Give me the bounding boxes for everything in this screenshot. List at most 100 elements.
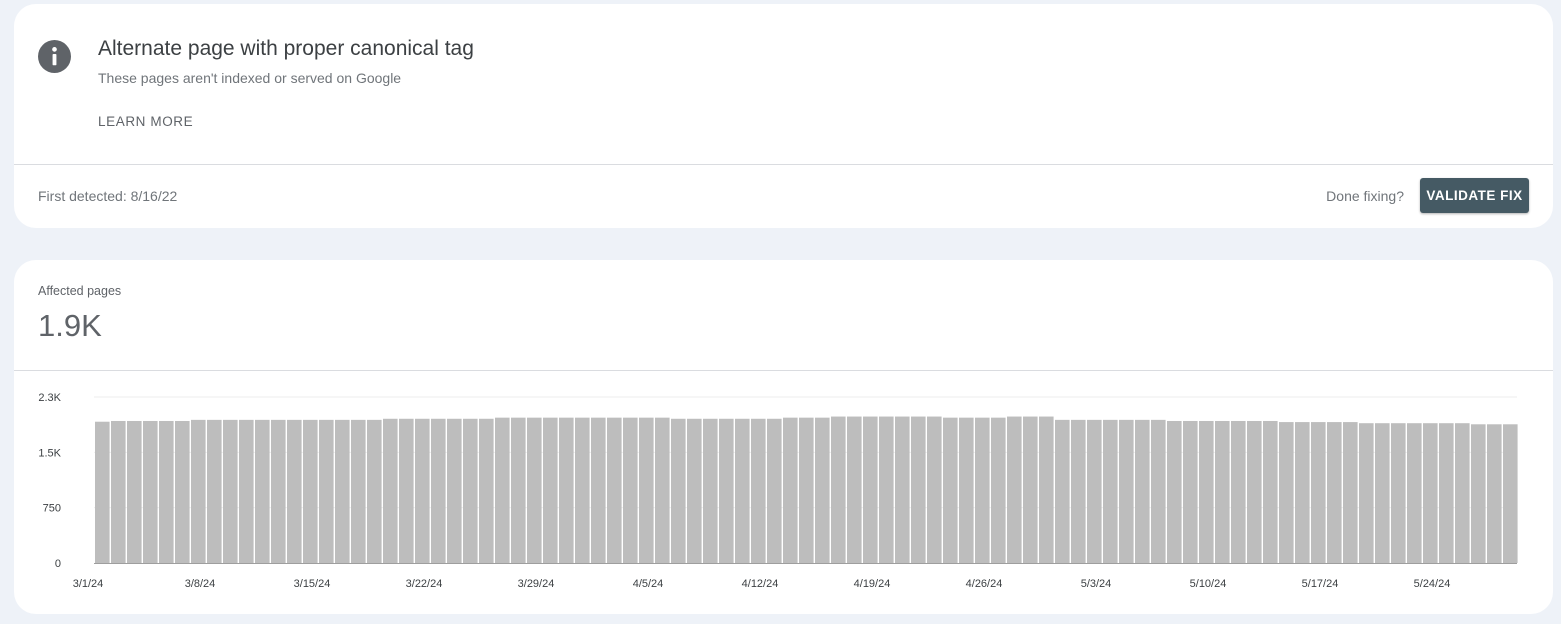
chart-bar[interactable] [127, 420, 142, 563]
chart-bar[interactable] [1487, 424, 1502, 563]
x-tick-label: 5/17/24 [1302, 578, 1339, 590]
chart-bar[interactable] [351, 419, 366, 563]
chart-bar[interactable] [687, 418, 702, 563]
chart-bar[interactable] [1247, 420, 1262, 563]
chart-bar[interactable] [703, 418, 718, 563]
chart-bar[interactable] [1199, 420, 1214, 563]
chart-bar[interactable] [655, 417, 670, 563]
chart-bar[interactable] [927, 416, 942, 563]
chart-bar[interactable] [815, 417, 830, 563]
chart-bar[interactable] [1263, 420, 1278, 563]
chart-bar[interactable] [223, 419, 238, 563]
x-tick-label: 3/8/24 [185, 578, 216, 590]
x-tick-label: 5/3/24 [1081, 578, 1112, 590]
chart-bar[interactable] [607, 417, 622, 563]
chart-bar[interactable] [575, 417, 590, 563]
validate-fix-button[interactable]: VALIDATE FIX [1420, 178, 1529, 213]
chart-bar[interactable] [271, 419, 286, 563]
chart-bar[interactable] [95, 421, 110, 563]
y-tick-label: 2.3K [38, 392, 61, 404]
chart-bar[interactable] [959, 417, 974, 563]
y-tick-label: 1.5K [38, 447, 61, 459]
chart-bar[interactable] [543, 417, 558, 563]
chart-bar[interactable] [831, 416, 846, 563]
chart-bar[interactable] [1359, 423, 1374, 563]
chart-bar[interactable] [1135, 419, 1150, 563]
chart-bar[interactable] [1007, 416, 1022, 563]
chart-bar[interactable] [975, 417, 990, 563]
chart-bar[interactable] [527, 417, 542, 563]
chart-bar[interactable] [111, 420, 126, 563]
chart-bar[interactable] [671, 418, 686, 563]
chart-bars [95, 416, 1518, 563]
chart-bar[interactable] [767, 418, 782, 563]
chart-bar[interactable] [559, 417, 574, 563]
chart-bar[interactable] [463, 418, 478, 563]
chart-bar[interactable] [511, 417, 526, 563]
chart-bar[interactable] [895, 416, 910, 563]
chart-bar[interactable] [367, 419, 382, 563]
chart-bar[interactable] [207, 419, 222, 563]
chart-bar[interactable] [799, 417, 814, 563]
chart-bar[interactable] [319, 419, 334, 563]
chart-bar[interactable] [591, 417, 606, 563]
chart-bar[interactable] [1023, 416, 1038, 563]
chart-bar[interactable] [1119, 419, 1134, 563]
chart-bar[interactable] [1151, 419, 1166, 563]
chart-bar[interactable] [1455, 423, 1470, 563]
affected-pages-chart: 0 750 1.5K 2.3K 3/1/24 3/8/24 3/15/24 3/22/24 3/… [38, 392, 1518, 590]
chart-bar[interactable] [847, 416, 862, 563]
chart-bar[interactable] [255, 419, 270, 563]
chart-bar[interactable] [159, 420, 174, 563]
chart-bar[interactable] [303, 419, 318, 563]
chart-bar[interactable] [1167, 420, 1182, 563]
issue-subtitle: These pages aren't indexed or served on … [98, 70, 402, 86]
chart-bar[interactable] [415, 418, 430, 563]
chart-bar[interactable] [175, 420, 190, 563]
chart-bar[interactable] [1071, 419, 1086, 563]
chart-bar[interactable] [1439, 423, 1454, 563]
chart-bar[interactable] [1503, 424, 1518, 563]
chart-bar[interactable] [1327, 422, 1342, 563]
chart-bar[interactable] [1343, 422, 1358, 563]
chart-bar[interactable] [991, 417, 1006, 563]
chart-bar[interactable] [735, 418, 750, 563]
chart-bar[interactable] [143, 420, 158, 563]
chart-bar[interactable] [1103, 419, 1118, 563]
chart-bar[interactable] [783, 417, 798, 563]
chart-bar[interactable] [1423, 423, 1438, 563]
chart-bar[interactable] [1375, 423, 1390, 563]
y-tick-label: 750 [43, 503, 61, 515]
chart-bar[interactable] [1039, 416, 1054, 563]
chart-bar[interactable] [623, 417, 638, 563]
chart-bar[interactable] [1391, 423, 1406, 563]
chart-bar[interactable] [239, 419, 254, 563]
chart-bar[interactable] [399, 418, 414, 563]
chart-bar[interactable] [751, 418, 766, 563]
chart-bar[interactable] [1407, 423, 1422, 563]
chart-bar[interactable] [495, 417, 510, 563]
chart-bar[interactable] [287, 419, 302, 563]
chart-bar[interactable] [447, 418, 462, 563]
learn-more-link[interactable]: LEARN MORE [98, 114, 193, 129]
chart-bar[interactable] [879, 416, 894, 563]
chart-bar[interactable] [1311, 422, 1326, 563]
chart-bar[interactable] [1183, 420, 1198, 563]
chart-bar[interactable] [1295, 422, 1310, 563]
chart-bar[interactable] [719, 418, 734, 563]
chart-bar[interactable] [431, 418, 446, 563]
chart-bar[interactable] [863, 416, 878, 563]
chart-bar[interactable] [479, 418, 494, 563]
chart-bar[interactable] [1055, 419, 1070, 563]
chart-bar[interactable] [383, 418, 398, 563]
chart-bar[interactable] [1231, 420, 1246, 563]
chart-bar[interactable] [1279, 422, 1294, 563]
chart-bar[interactable] [1087, 419, 1102, 563]
chart-bar[interactable] [639, 417, 654, 563]
chart-bar[interactable] [911, 416, 926, 563]
chart-bar[interactable] [1471, 424, 1486, 563]
chart-bar[interactable] [943, 417, 958, 563]
chart-bar[interactable] [191, 419, 206, 563]
chart-bar[interactable] [1215, 420, 1230, 563]
chart-bar[interactable] [335, 419, 350, 563]
